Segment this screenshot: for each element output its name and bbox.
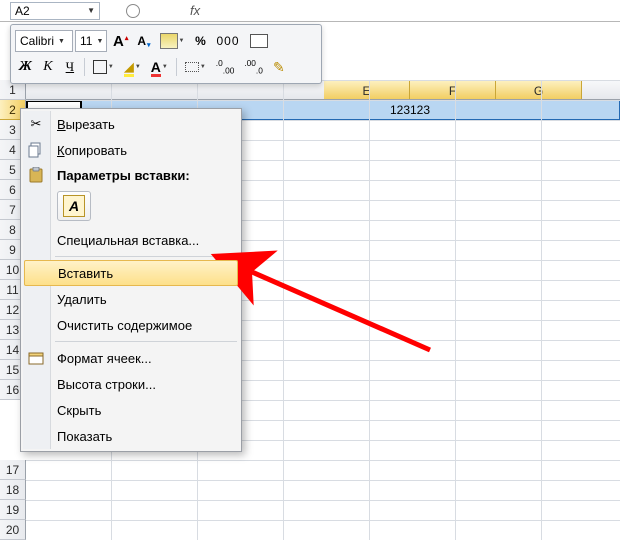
font-size-value: 11 [80, 34, 92, 48]
fill-color-button[interactable]: ◢▼ [120, 56, 145, 78]
paste-keep-formatting-button[interactable]: A [57, 191, 91, 221]
underline-button[interactable]: Ч [60, 56, 80, 78]
menu-clear-label: Очистить содержимое [57, 318, 192, 333]
separator [84, 58, 85, 76]
format-as-table-button[interactable] [246, 30, 272, 52]
italic-button[interactable]: К [38, 56, 58, 78]
menu-format-cells[interactable]: Формат ячеек... [23, 345, 239, 371]
accounting-format-button[interactable]: ▼ [156, 30, 189, 52]
row-header[interactable]: 20 [0, 520, 26, 540]
chevron-down-icon: ▼ [58, 38, 65, 45]
menu-insert-label: Вставить [58, 266, 113, 281]
decrease-font-button[interactable]: A [133, 30, 153, 52]
menu-copy[interactable]: Копировать [23, 137, 239, 163]
font-color-button[interactable]: A▼ [147, 56, 172, 78]
menu-paste-special[interactable]: Специальная вставка... [23, 227, 239, 253]
merge-center-button[interactable]: ▼ [181, 56, 210, 78]
row-header[interactable]: 17 [0, 460, 26, 480]
menu-delete-label: Удалить [57, 292, 107, 307]
menu-row-height-label: Высота строки... [57, 377, 156, 392]
menu-row-height[interactable]: Высота строки... [23, 371, 239, 397]
menu-cut[interactable]: ✂ Вырезать [23, 111, 239, 137]
decrease-decimal-button[interactable]: .00.0 [240, 56, 267, 78]
chevron-down-icon: ▼ [96, 38, 103, 45]
font-name-value: Calibri [20, 34, 54, 48]
menu-show[interactable]: Показать [23, 423, 239, 449]
row-context-menu: ✂ Вырезать Копировать Параметры вставки:… [20, 108, 242, 452]
menu-show-label: Показать [57, 429, 112, 444]
paste-a-icon: A [63, 195, 85, 217]
menu-separator [55, 341, 237, 342]
row-header[interactable]: 19 [0, 500, 26, 520]
borders-button[interactable]: ▼ [89, 56, 118, 78]
scissors-icon: ✂ [27, 115, 45, 133]
clipboard-icon [27, 166, 45, 184]
formula-bar: A2 ▼ fx [0, 0, 620, 22]
menu-hide[interactable]: Скрыть [23, 397, 239, 423]
name-box-value: A2 [15, 4, 30, 18]
menu-copy-rest: опировать [65, 143, 127, 158]
menu-clear-contents[interactable]: Очистить содержимое [23, 312, 239, 338]
font-size-combo[interactable]: 11 ▼ [75, 30, 107, 52]
copy-icon [27, 141, 45, 159]
separator [176, 58, 177, 76]
format-painter-button[interactable]: ✎ [269, 56, 289, 78]
cancel-circle-icon[interactable] [126, 4, 140, 18]
row-header[interactable]: 18 [0, 480, 26, 500]
chevron-down-icon: ▼ [87, 6, 95, 15]
font-name-combo[interactable]: Calibri ▼ [15, 30, 73, 52]
menu-paste-options-label: Параметры вставки: [57, 168, 190, 183]
percent-format-button[interactable]: % [191, 30, 211, 52]
increase-font-button[interactable]: A [109, 30, 131, 52]
menu-format-cells-label: Формат ячеек... [57, 351, 152, 366]
menu-hide-label: Скрыть [57, 403, 101, 418]
menu-paste-options-header: Параметры вставки: [23, 163, 239, 187]
menu-paste-special-label: Специальная вставка... [57, 233, 199, 248]
increase-decimal-button[interactable]: .0.00 [212, 56, 239, 78]
format-cells-icon [27, 349, 45, 367]
menu-separator [55, 256, 237, 257]
menu-cut-rest: ырезать [66, 117, 115, 132]
menu-delete[interactable]: Удалить [23, 286, 239, 312]
bold-button[interactable]: Ж [15, 56, 36, 78]
fx-label[interactable]: fx [190, 3, 200, 18]
mini-toolbar: Calibri ▼ 11 ▼ A A ▼ % 000 Ж К Ч ▼ ◢▼ A▼… [10, 24, 322, 84]
comma-format-button[interactable]: 000 [213, 30, 244, 52]
menu-insert[interactable]: Вставить [24, 260, 238, 286]
name-box[interactable]: A2 ▼ [10, 2, 100, 20]
